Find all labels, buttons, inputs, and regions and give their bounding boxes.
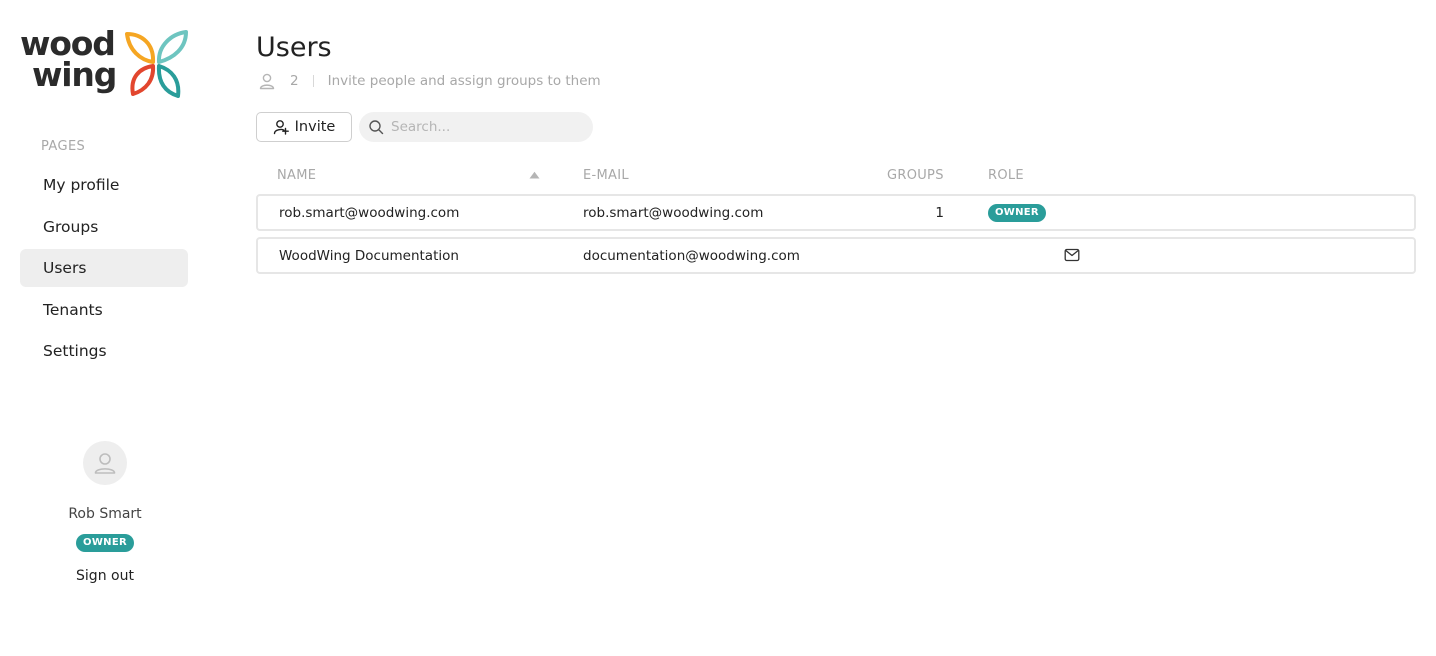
main-content: Users 2 Invite people and assign groups … [256, 0, 1416, 656]
cell-groups: 1 [935, 205, 944, 221]
search-icon [369, 120, 384, 135]
users-table-header: NAME E-MAIL GROUPS ROLE [256, 166, 1416, 186]
page-subtitle: 2 Invite people and assign groups to the… [258, 71, 601, 91]
cell-name: WoodWing Documentation [279, 248, 459, 264]
subtitle-divider [312, 75, 314, 87]
cell-name: rob.smart@woodwing.com [279, 205, 460, 221]
page-title: Users [256, 32, 332, 63]
current-user-name: Rob Smart [68, 506, 142, 522]
table-row[interactable]: rob.smart@woodwing.com rob.smart@woodwin… [256, 194, 1416, 231]
add-user-icon [273, 120, 289, 135]
column-header-name[interactable]: NAME [277, 168, 316, 183]
cell-email: rob.smart@woodwing.com [583, 205, 764, 221]
sidebar-item-my-profile[interactable]: My profile [20, 166, 188, 204]
search-box[interactable] [359, 112, 593, 142]
column-header-role[interactable]: ROLE [988, 168, 1024, 183]
invite-button-label: Invite [294, 119, 336, 135]
woodwing-logo[interactable]: wood wing [18, 27, 193, 100]
search-input[interactable] [389, 118, 579, 136]
sidebar: wood wing PAGES My profile Groups Users … [0, 0, 210, 656]
sign-out-link[interactable]: Sign out [0, 568, 210, 584]
logo-line-2: wing [32, 55, 117, 94]
envelope-icon[interactable] [1064, 248, 1080, 262]
sidebar-item-users[interactable]: Users [20, 249, 188, 287]
role-badge: OWNER [988, 204, 1046, 222]
table-row[interactable]: WoodWing Documentation documentation@woo… [256, 237, 1416, 274]
logo-wordmark: wood wing [20, 27, 117, 94]
user-count-icon [259, 73, 275, 90]
current-user-role-badge: OWNER [76, 534, 134, 552]
pages-section-label: PAGES [41, 139, 86, 154]
user-count: 2 [290, 73, 299, 89]
cell-email: documentation@woodwing.com [583, 248, 800, 264]
column-header-email[interactable]: E-MAIL [583, 168, 629, 183]
toolbar: Invite [256, 112, 593, 142]
current-user-block: Rob Smart OWNER Sign out [0, 441, 210, 584]
invite-button[interactable]: Invite [256, 112, 352, 142]
subtitle-text: Invite people and assign groups to them [327, 73, 601, 89]
butterfly-logo-icon [125, 30, 188, 98]
sidebar-item-groups[interactable]: Groups [20, 208, 188, 246]
column-header-groups[interactable]: GROUPS [887, 168, 944, 183]
avatar[interactable] [83, 441, 127, 485]
user-icon [94, 453, 116, 474]
sidebar-nav: My profile Groups Users Tenants Settings [20, 166, 188, 374]
sort-ascending-icon[interactable] [529, 171, 540, 179]
sidebar-item-settings[interactable]: Settings [20, 332, 188, 370]
sidebar-item-tenants[interactable]: Tenants [20, 291, 188, 329]
